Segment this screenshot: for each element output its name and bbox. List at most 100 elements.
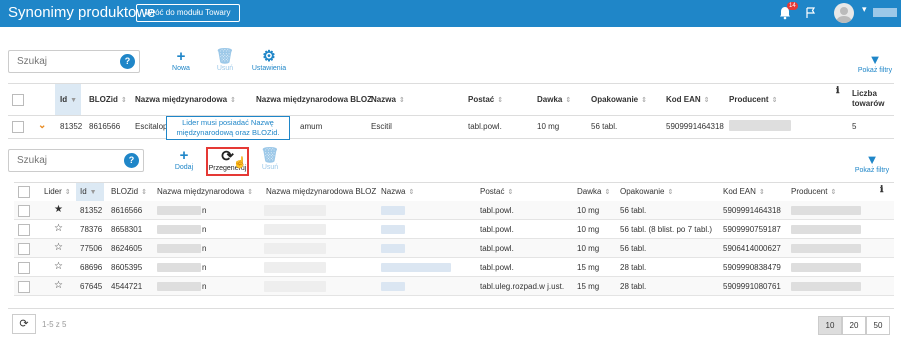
- avatar[interactable]: [834, 3, 854, 23]
- col-ean[interactable]: Kod EAN ⇕: [723, 187, 765, 196]
- info-icon[interactable]: ℹ: [880, 184, 883, 195]
- row-pack: 28 tabl.: [620, 282, 647, 291]
- row-intl-bloz-redacted: [264, 243, 326, 254]
- col-leader[interactable]: Lider ⇕: [44, 187, 71, 196]
- row-producer-redacted: [791, 225, 861, 234]
- back-to-products-button[interactable]: Wróć do modułu Towary: [136, 4, 240, 22]
- delete-button[interactable]: 🗑 Usuń: [259, 148, 281, 172]
- help-icon[interactable]: ?: [124, 153, 139, 168]
- page-title: Synonimy produktowe: [8, 4, 156, 21]
- row-checkbox[interactable]: [12, 121, 24, 133]
- delete-label: Usuń: [216, 65, 234, 72]
- row-producer-redacted: [791, 206, 861, 215]
- user-name-redacted: [873, 8, 897, 17]
- col-id[interactable]: Id ▼: [80, 187, 97, 196]
- row-checkbox[interactable]: [18, 205, 30, 217]
- expand-chevron-icon[interactable]: ⌄: [38, 120, 46, 131]
- add-label: Dodaj: [174, 164, 194, 171]
- add-label: Nowa: [172, 65, 190, 72]
- row-intl-name-tail: n: [202, 244, 207, 253]
- settings-button[interactable]: ⚙ Ustawienia: [249, 49, 289, 73]
- add-button[interactable]: + Nowa: [169, 49, 193, 73]
- col-name[interactable]: Nazwa ⇕: [381, 187, 414, 196]
- filter-icon: ▼: [865, 152, 879, 167]
- row-pack: 28 tabl.: [620, 263, 647, 272]
- row-intl-name: Escitalopr: [135, 122, 171, 131]
- row-dose: 10 mg: [577, 244, 600, 253]
- main-search: ?: [8, 50, 140, 73]
- row-checkbox[interactable]: [18, 281, 30, 293]
- col-pack[interactable]: Opakowanie ⇕: [620, 187, 673, 196]
- row-id: 67645: [80, 282, 103, 291]
- col-producer[interactable]: Producent ⇕: [729, 95, 777, 104]
- col-bloz[interactable]: BLOZid ⇕: [111, 187, 147, 196]
- row-intl-name-redacted: [157, 225, 201, 234]
- col-pack[interactable]: Opakowanie ⇕: [591, 95, 647, 104]
- page-size-50[interactable]: 50: [866, 316, 890, 335]
- row-intl-bloz-redacted: [264, 205, 326, 216]
- divider: [8, 115, 894, 116]
- col-dose[interactable]: Dawka ⇕: [537, 95, 571, 104]
- help-icon[interactable]: ?: [120, 54, 135, 69]
- flag-icon[interactable]: [805, 7, 817, 19]
- col-count[interactable]: Liczba towarów: [852, 89, 892, 109]
- col-bloz[interactable]: BLOZid ⇕: [89, 95, 127, 104]
- col-producer[interactable]: Producent ⇕: [791, 187, 836, 196]
- col-dose[interactable]: Dawka ⇕: [577, 187, 610, 196]
- row-name-redacted: [381, 282, 405, 291]
- show-filters-button[interactable]: ▼ Pokaż filtry: [855, 52, 895, 74]
- add-button[interactable]: + Dodaj: [172, 147, 196, 172]
- col-intl-name[interactable]: Nazwa międzynarodowa ⇕: [135, 95, 236, 104]
- row-form: tabl.powl.: [480, 263, 514, 272]
- page-size-20[interactable]: 20: [842, 316, 866, 335]
- row-bloz: 4544721: [111, 282, 143, 291]
- row-intl-name-redacted: [157, 263, 201, 272]
- filters-label: Pokaż filtry: [857, 67, 893, 74]
- info-icon[interactable]: ℹ: [836, 85, 839, 96]
- row-checkbox[interactable]: [18, 262, 30, 274]
- row-form: tabl.uleg.rozpad.w j.ust.: [480, 282, 565, 291]
- leader-star-icon[interactable]: ☆: [54, 261, 63, 272]
- col-form[interactable]: Postać ⇕: [468, 95, 503, 104]
- row-intl-name-tail: n: [202, 282, 207, 291]
- show-filters-button[interactable]: ▼ Pokaż filtry: [852, 152, 892, 174]
- row-pack: 56 tabl. (8 blist. po 7 tabl.): [620, 225, 713, 234]
- search-input[interactable]: [9, 51, 99, 72]
- refresh-icon[interactable]: ⟳: [12, 314, 36, 334]
- leader-star-icon[interactable]: ☆: [54, 280, 63, 291]
- delete-button[interactable]: 🗑 Usuń: [214, 49, 236, 73]
- page-size-10[interactable]: 10: [818, 316, 842, 335]
- plus-icon: +: [179, 147, 189, 164]
- select-all-checkbox[interactable]: [12, 94, 24, 106]
- row-ean: 5909991464318: [723, 206, 781, 215]
- delete-label: Usuń: [261, 164, 279, 171]
- col-ean[interactable]: Kod EAN ⇕: [666, 95, 710, 104]
- select-all-checkbox[interactable]: [18, 186, 30, 198]
- leader-star-icon[interactable]: ☆: [54, 242, 63, 253]
- row-producer-redacted: [729, 120, 791, 131]
- row-checkbox[interactable]: [18, 224, 30, 236]
- chevron-down-icon[interactable]: ▾: [862, 4, 867, 15]
- row-name-redacted: [381, 244, 405, 253]
- leader-star-icon[interactable]: ★: [54, 204, 63, 215]
- col-intl-bloz[interactable]: Nazwa międzynarodowa BLOZ: [256, 95, 372, 104]
- col-intl-bloz[interactable]: Nazwa międzynarodowa BLOZ: [266, 187, 376, 196]
- col-form[interactable]: Postać ⇕: [480, 187, 513, 196]
- row-id: 77506: [80, 244, 103, 253]
- row-name-redacted: [381, 225, 405, 234]
- row-checkbox[interactable]: [18, 243, 30, 255]
- col-intl-name[interactable]: Nazwa międzynarodowa ⇕: [157, 187, 253, 196]
- col-id[interactable]: Id ▼: [60, 95, 77, 104]
- row-intl-name-redacted: [157, 244, 201, 253]
- divider: [8, 83, 894, 84]
- search-input[interactable]: [9, 150, 99, 171]
- row-ean: 5909991080761: [723, 282, 781, 291]
- leader-tooltip: Lider musi posiadać Nazwę międzynarodową…: [166, 116, 290, 140]
- row-name-redacted: [381, 206, 405, 215]
- row-dose: 10 mg: [577, 206, 600, 215]
- leader-star-icon[interactable]: ☆: [54, 223, 63, 234]
- row-intl-name-redacted: [157, 206, 201, 215]
- row-form: tabl.powl.: [468, 122, 502, 131]
- col-name[interactable]: Nazwa ⇕: [371, 95, 405, 104]
- row-intl-bloz: amum: [300, 122, 323, 131]
